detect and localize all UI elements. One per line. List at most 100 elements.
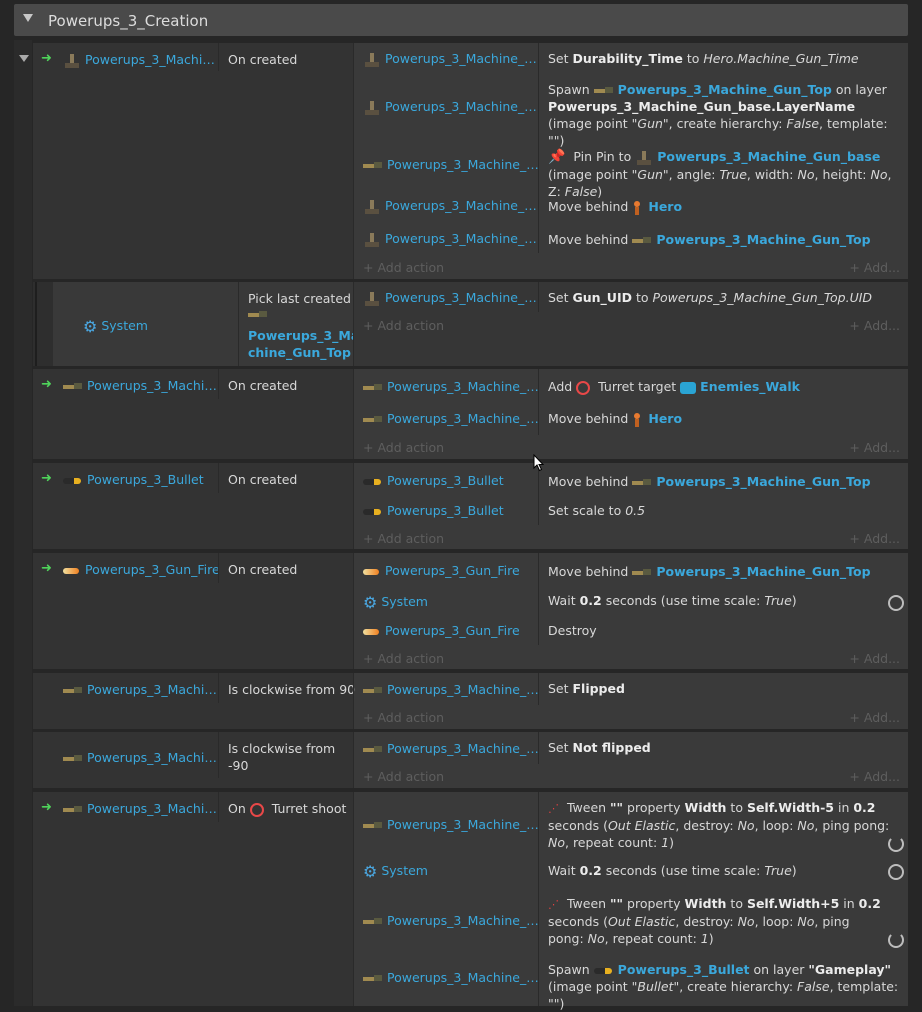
action-object-system[interactable]: ⚙ System	[363, 862, 428, 881]
action-object[interactable]: Powerups_3_Machine_…	[363, 290, 537, 306]
add-action-button[interactable]: + Add action	[363, 710, 444, 725]
add-menu-button[interactable]: + Add...	[849, 440, 900, 455]
condition-text[interactable]: Is clockwise from	[228, 741, 335, 756]
action-object[interactable]: Powerups_3_Machine_…	[363, 913, 539, 928]
add-action-button[interactable]: + Add action	[363, 651, 444, 666]
add-action-button[interactable]: + Add action	[363, 531, 444, 546]
machine-gun-top-icon	[248, 311, 268, 319]
event-block-3[interactable]: ➜ Powerups_3_Bullet On created Powerups_…	[33, 463, 908, 549]
system-gear-icon: ⚙	[363, 593, 378, 612]
expand-triangle-icon[interactable]	[19, 55, 29, 62]
machine-gun-top-icon	[63, 754, 83, 763]
action-object[interactable]: Powerups_3_Gun_Fire	[363, 563, 520, 578]
action-object[interactable]: Powerups_3_Machine_…	[363, 411, 539, 426]
condition-object-system[interactable]: ⚙ System	[83, 317, 148, 336]
add-menu-button[interactable]: + Add...	[849, 318, 900, 333]
condition-object[interactable]: Powerups_3_Bullet	[63, 472, 204, 487]
action-tween-width-plus[interactable]: ⋰ Tween "" property Width to Self.Width+…	[548, 895, 888, 947]
action-set-flipped[interactable]: Set Flipped	[548, 680, 625, 697]
condition-object[interactable]: Powerups_3_Machi…	[63, 52, 215, 68]
condition-text[interactable]: On created	[228, 378, 297, 393]
event-condition-area[interactable]	[33, 792, 353, 1006]
action-object[interactable]: Powerups_3_Machine_…	[363, 51, 537, 67]
tween-loop-icon	[888, 836, 904, 852]
action-object[interactable]: Powerups_3_Machine_…	[363, 970, 539, 985]
action-object[interactable]: Powerups_3_Machine_…	[363, 157, 539, 172]
condition-text[interactable]: On created	[228, 472, 297, 487]
action-destroy[interactable]: Destroy	[548, 622, 597, 639]
action-tween-width-minus[interactable]: ⋰ Tween "" property Width to Self.Width-…	[548, 799, 898, 851]
action-object-system[interactable]: ⚙ System	[363, 593, 428, 612]
add-menu-button[interactable]: + Add...	[849, 769, 900, 784]
action-object[interactable]: Powerups_3_Machine_…	[363, 682, 539, 697]
add-action-button[interactable]: + Add action	[363, 318, 444, 333]
condition-text[interactable]: On created	[228, 562, 297, 577]
condition-picked-object-line2[interactable]: chine_Gun_Top	[248, 345, 351, 360]
action-object[interactable]: Powerups_3_Bullet	[363, 473, 504, 488]
condition-text[interactable]: On created	[228, 52, 297, 67]
action-object[interactable]: Powerups_3_Machine_…	[363, 198, 537, 214]
collapse-triangle-icon[interactable]	[23, 14, 33, 22]
event-block-7[interactable]: ➜ Powerups_3_Machi… On Turret shoot Powe…	[33, 792, 908, 1011]
timer-icon	[888, 595, 904, 611]
condition-object[interactable]: Powerups_3_Machi…	[63, 378, 217, 393]
action-object[interactable]: Powerups_3_Machine_…	[363, 817, 539, 832]
action-move-behind-hero[interactable]: Move behind Hero	[548, 410, 682, 427]
condition-object[interactable]: Powerups_3_Machi…	[63, 750, 217, 765]
condition-text[interactable]: Pick last created	[248, 291, 351, 306]
condition-text[interactable]: Is clockwise from 90	[228, 682, 355, 697]
event-block-2[interactable]: ➜ Powerups_3_Machi… On created Powerups_…	[33, 369, 908, 459]
condition-object[interactable]: Powerups_3_Machi…	[63, 682, 217, 697]
machine-gun-top-icon	[363, 745, 383, 754]
action-spawn[interactable]: Spawn Powerups_3_Machine_Gun_Top on laye…	[548, 81, 898, 149]
sub-event-block[interactable]: ⚙ System Pick last created Powerups_3_Ma …	[33, 282, 908, 366]
action-add-turret-target[interactable]: Add Turret target Enemies_Walk	[548, 378, 800, 395]
add-action-button[interactable]: + Add action	[363, 440, 444, 455]
add-menu-button[interactable]: + Add...	[849, 651, 900, 666]
action-object[interactable]: Powerups_3_Machine_…	[363, 99, 537, 115]
trigger-arrow-icon: ➜	[41, 561, 52, 576]
action-object[interactable]: Powerups_3_Machine_…	[363, 379, 539, 394]
add-menu-button[interactable]: + Add...	[849, 710, 900, 725]
action-move-behind-hero[interactable]: Move behind Hero	[548, 198, 682, 215]
condition-text-line2[interactable]: -90	[228, 758, 248, 773]
event-condition-area[interactable]	[33, 43, 353, 279]
machine-gun-top-icon	[363, 383, 383, 392]
action-object[interactable]: Powerups_3_Gun_Fire	[363, 623, 520, 638]
add-menu-button[interactable]: + Add...	[849, 531, 900, 546]
action-object[interactable]: Powerups_3_Bullet	[363, 503, 504, 518]
machine-gun-top-icon	[63, 382, 83, 391]
event-block-4[interactable]: ➜ Powerups_3_Gun_Fire On created Powerup…	[33, 553, 908, 669]
add-action-button[interactable]: + Add action	[363, 769, 444, 784]
action-move-behind-top[interactable]: Move behind Powerups_3_Machine_Gun_Top	[548, 231, 871, 248]
action-spawn-bullet[interactable]: Spawn Powerups_3_Bullet on layer "Gamepl…	[548, 961, 908, 1012]
event-block-5[interactable]: Powerups_3_Machi… Is clockwise from 90 P…	[33, 673, 908, 729]
condition-picked-object[interactable]: Powerups_3_Ma	[248, 328, 359, 343]
action-object[interactable]: Powerups_3_Machine_…	[363, 741, 539, 756]
event-group-header[interactable]: Powerups_3_Creation	[14, 4, 908, 36]
event-block-1[interactable]: ➜ Powerups_3_Machi… On created Powerups_…	[33, 43, 908, 279]
event-block-6[interactable]: Powerups_3_Machi… Is clockwise from -90 …	[33, 732, 908, 788]
machine-gun-top-icon	[363, 821, 383, 830]
condition-object[interactable]: Powerups_3_Gun_Fire	[63, 562, 220, 577]
action-set-durability[interactable]: Set Durability_Time to Hero.Machine_Gun_…	[548, 50, 859, 67]
action-object[interactable]: Powerups_3_Machine_…	[363, 231, 537, 247]
action-wait[interactable]: Wait 0.2 seconds (use time scale: True)	[548, 862, 797, 879]
add-menu-button[interactable]: + Add...	[849, 260, 900, 275]
action-wait[interactable]: Wait 0.2 seconds (use time scale: True)	[548, 592, 797, 609]
action-pin[interactable]: 📌 Pin Pin to Powerups_3_Machine_Gun_base…	[548, 148, 898, 200]
trigger-arrow-icon: ➜	[41, 471, 52, 486]
trigger-arrow-icon: ➜	[41, 51, 52, 66]
condition-object[interactable]: Powerups_3_Machi…	[63, 801, 217, 816]
condition-text[interactable]: On Turret shoot	[228, 801, 346, 817]
add-action-button[interactable]: + Add action	[363, 260, 444, 275]
action-set-not-flipped[interactable]: Set Not flipped	[548, 739, 651, 756]
machine-gun-top-icon	[363, 686, 383, 695]
action-move-behind-top[interactable]: Move behind Powerups_3_Machine_Gun_Top	[548, 473, 871, 490]
machine-gun-top-icon	[632, 478, 652, 487]
turret-target-icon	[576, 380, 591, 395]
action-move-behind-top[interactable]: Move behind Powerups_3_Machine_Gun_Top	[548, 563, 871, 580]
action-set-gun-uid[interactable]: Set Gun_UID to Powerups_3_Machine_Gun_To…	[548, 289, 872, 306]
action-set-scale[interactable]: Set scale to 0.5	[548, 502, 645, 519]
machine-gun-top-icon	[363, 415, 383, 424]
